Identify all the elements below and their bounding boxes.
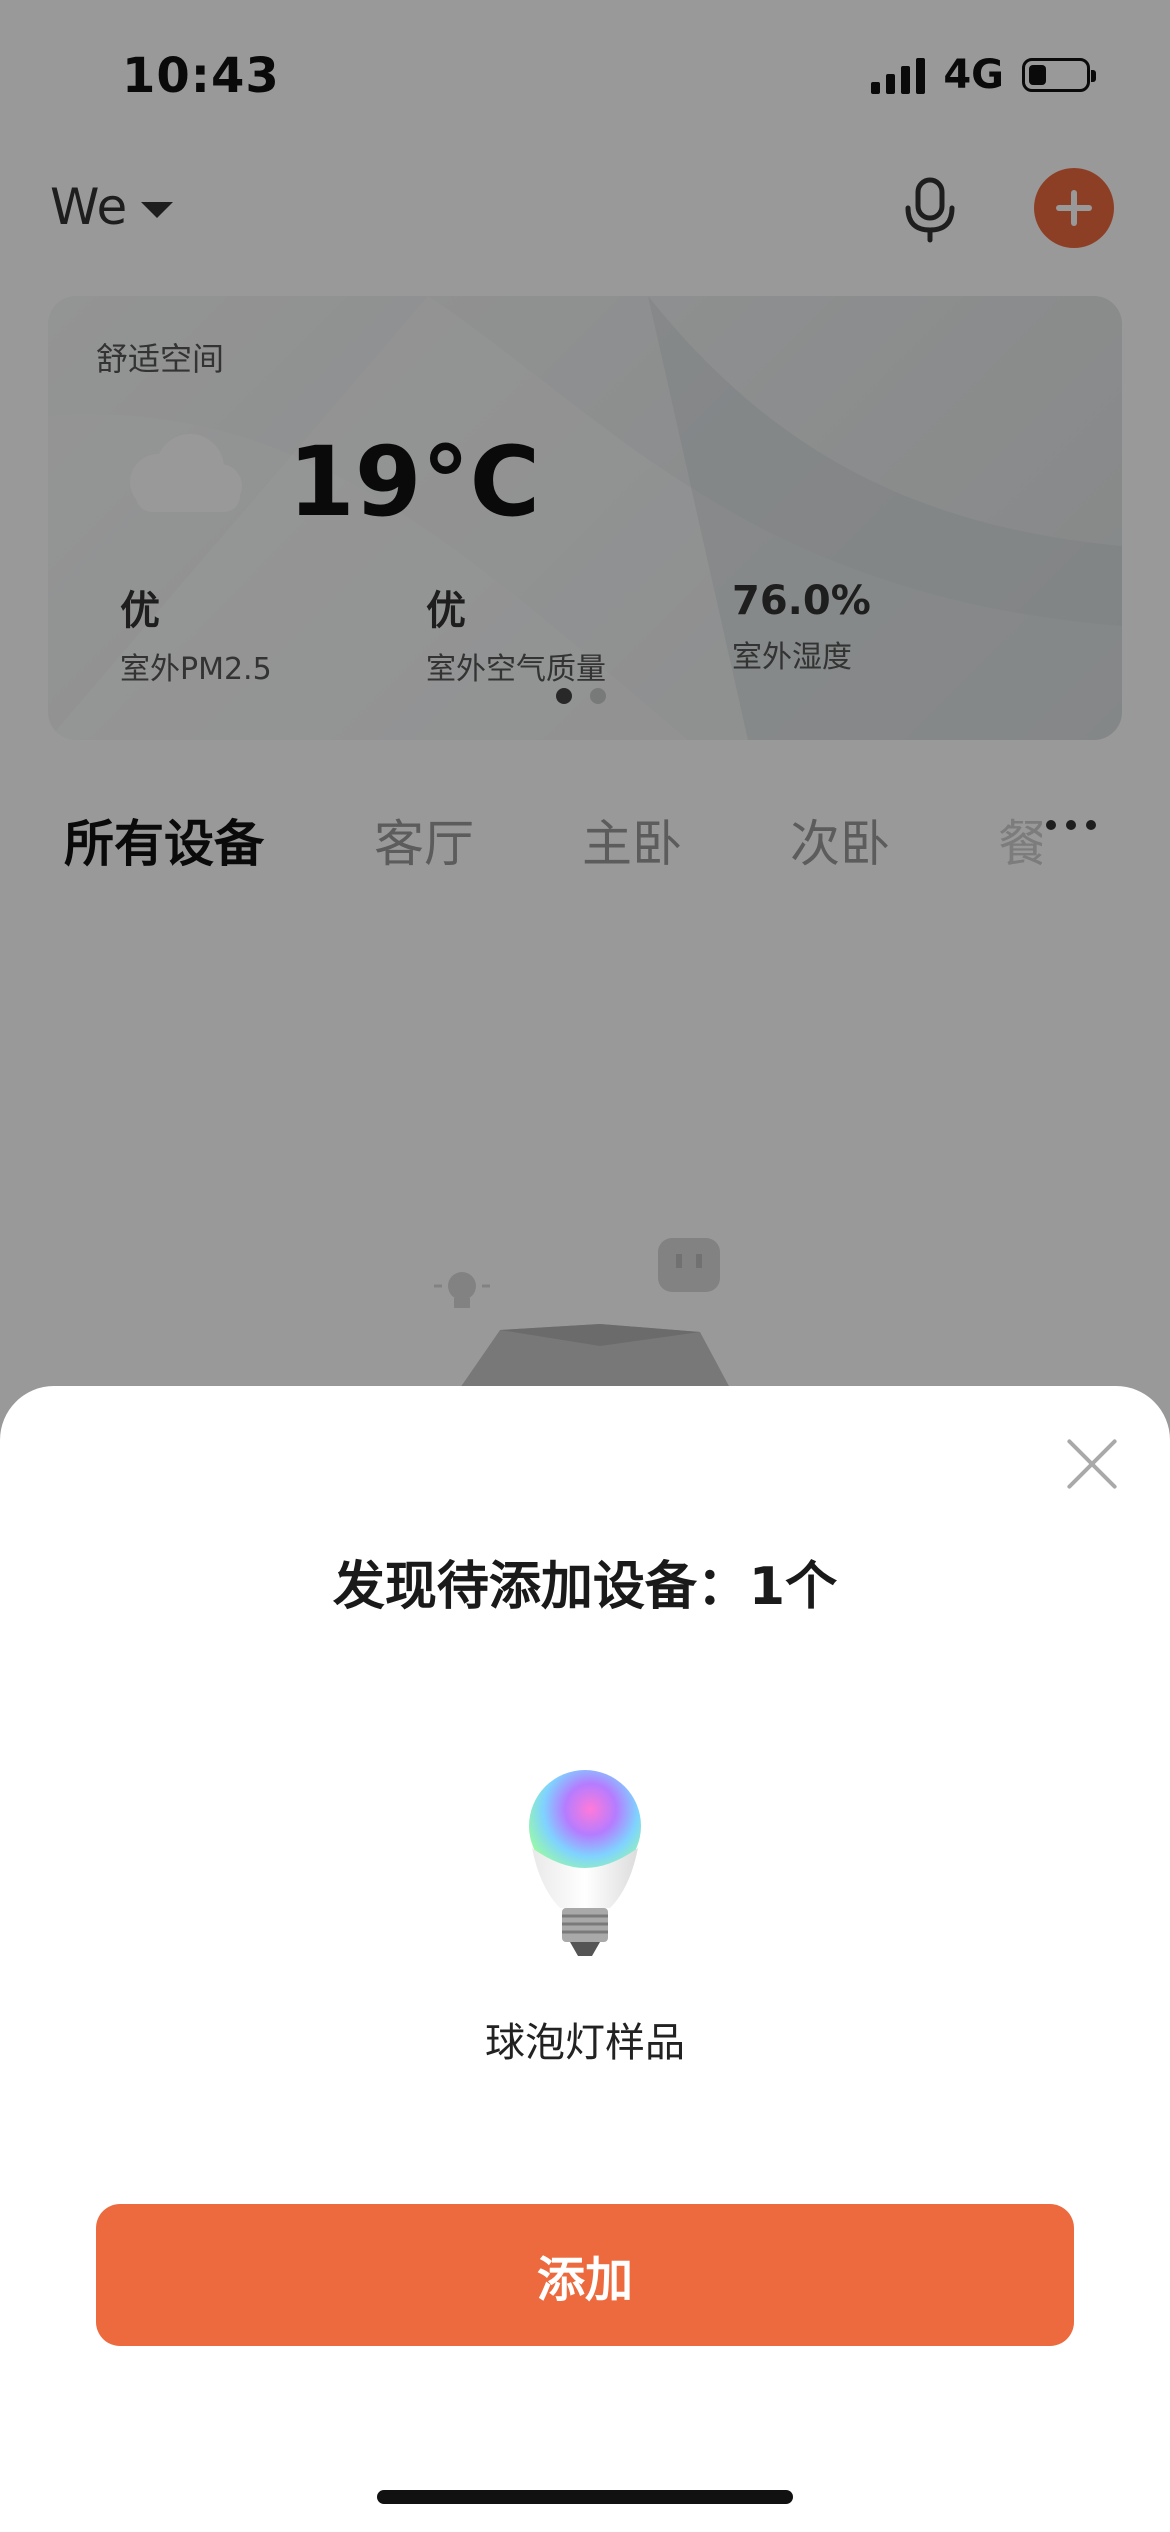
home-indicator[interactable] bbox=[377, 2490, 793, 2504]
bulb-icon bbox=[520, 1768, 650, 1968]
close-icon[interactable] bbox=[1064, 1436, 1120, 1492]
sheet-title: 发现待添加设备：1个 bbox=[332, 1557, 838, 1617]
add-device-button[interactable]: 添加 bbox=[96, 2204, 1074, 2346]
app-screen: 10:43 4G We 舒适空间 19°C 优 室外PM2.5 优 室外空气质量… bbox=[0, 0, 1170, 2532]
device-name: 球泡灯样品 bbox=[485, 2020, 685, 2066]
